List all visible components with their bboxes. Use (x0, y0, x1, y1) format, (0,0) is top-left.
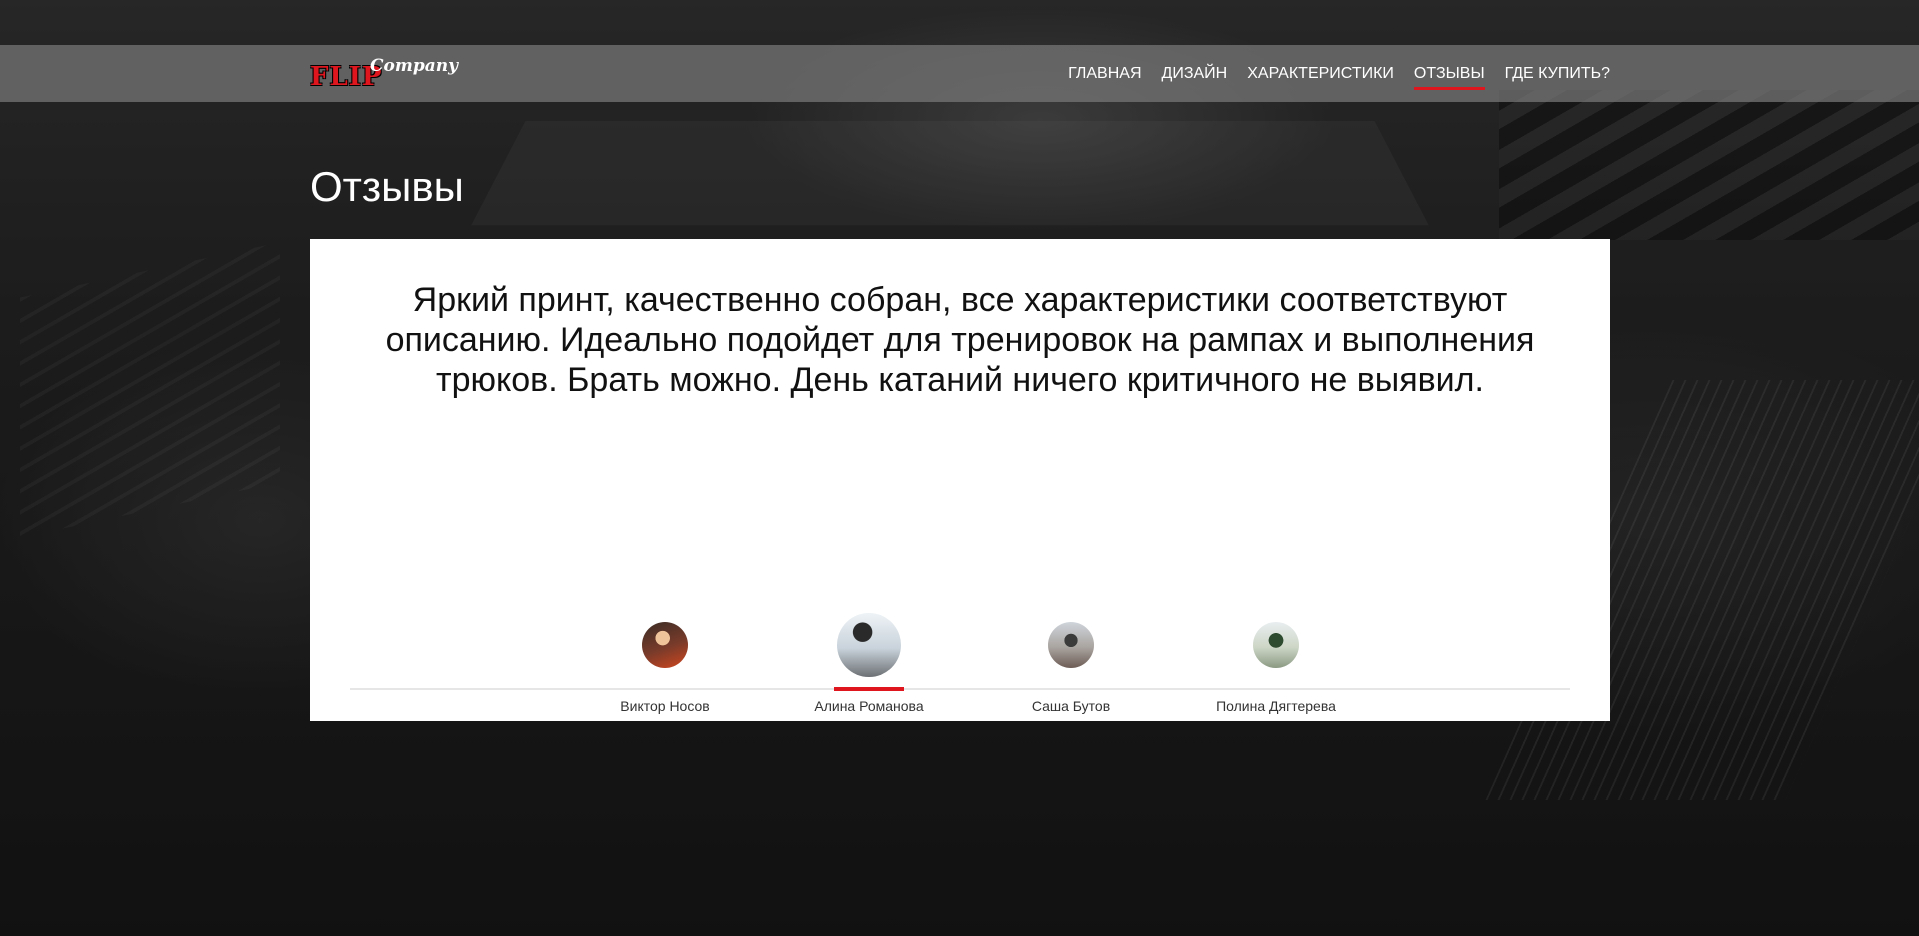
nav-link-reviews[interactable]: ОТЗЫВЫ (1413, 65, 1485, 90)
review-quote-text: Яркий принт, качественно собран, все хар… (385, 281, 1535, 399)
flip-company-logo[interactable]: FLIP Company (310, 56, 458, 92)
reviewer-name: Алина Романова (814, 698, 924, 714)
reviewer-name: Саша Бутов (1031, 698, 1111, 714)
reviewer-name: Полина Дягтерева (1216, 698, 1336, 714)
avatar (642, 622, 688, 668)
reviewer-tab-sasha-butov[interactable]: Саша Бутов (981, 573, 1161, 714)
avatar (1253, 622, 1299, 668)
active-tab-indicator (834, 687, 904, 691)
nav-link-where-to-buy[interactable]: ГДЕ КУПИТЬ? (1505, 65, 1610, 83)
top-navigation-bar: FLIP Company ГЛАВНАЯ ДИЗАЙН ХАРАКТЕРИСТИ… (0, 45, 1919, 102)
tabs-divider (350, 688, 1570, 690)
logo-company-text: Company (370, 56, 458, 76)
main-nav: ГЛАВНАЯ ДИЗАЙН ХАРАКТЕРИСТИКИ ОТЗЫВЫ ГДЕ… (1068, 45, 1610, 102)
reviewer-name: Виктор Носов (620, 698, 710, 714)
avatar (1048, 622, 1094, 668)
nav-link-home[interactable]: ГЛАВНАЯ (1068, 65, 1141, 83)
reviewer-tab-viktor-nosov[interactable]: Виктор Носов (575, 573, 755, 714)
review-card: Яркий принт, качественно собран, все хар… (310, 239, 1610, 721)
nav-link-design[interactable]: ДИЗАЙН (1162, 65, 1228, 83)
reviewer-tab-polina-dyagtereva[interactable]: Полина Дягтерева (1186, 573, 1366, 714)
avatar (837, 613, 901, 677)
section-title: Отзывы (310, 163, 464, 210)
nav-link-specs[interactable]: ХАРАКТЕРИСТИКИ (1247, 65, 1394, 83)
reviewer-tab-alina-romanova[interactable]: Алина Романова (779, 573, 959, 714)
reviewer-tabs: Виктор Носов Алина Романова Саша Бутов П… (350, 573, 1570, 714)
